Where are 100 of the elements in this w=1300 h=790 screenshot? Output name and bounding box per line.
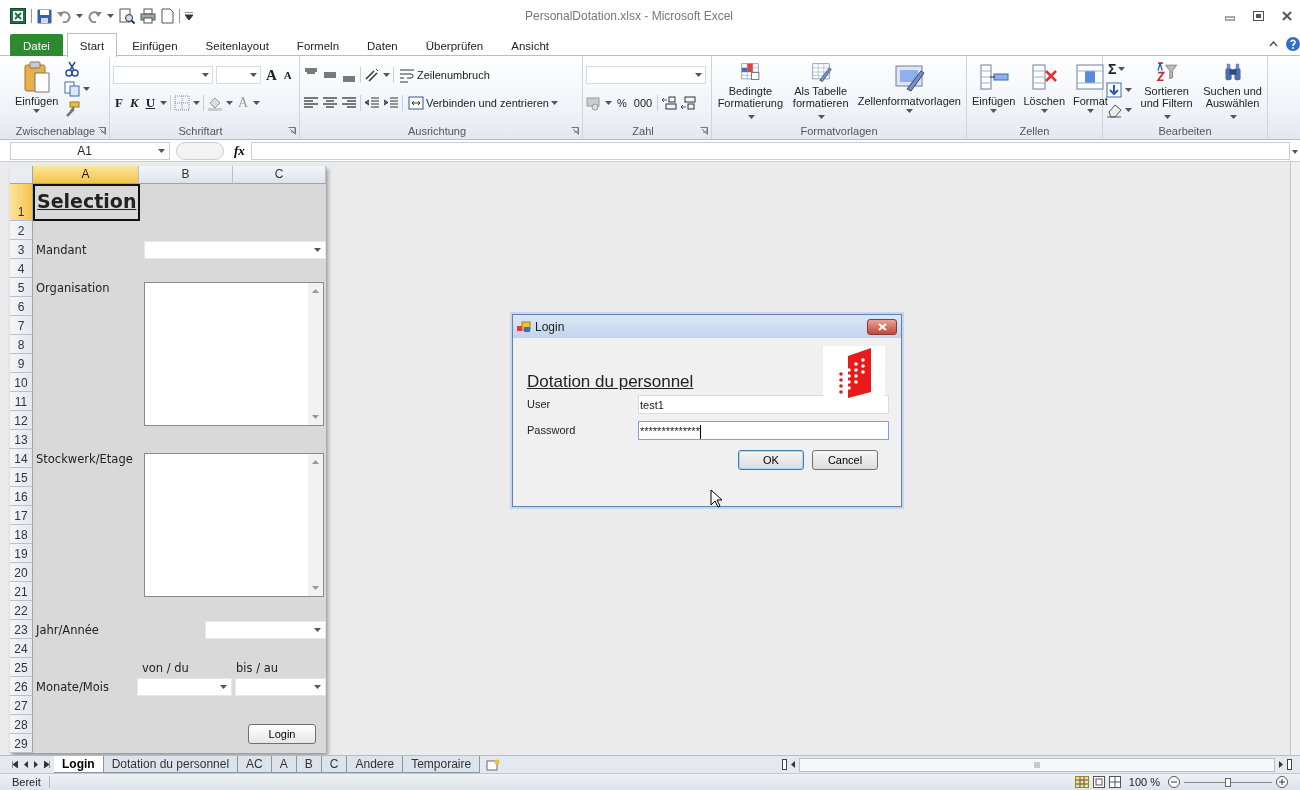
caret-icon[interactable]: [160, 101, 167, 105]
caret-icon[interactable]: [202, 73, 209, 77]
split-handle-icon[interactable]: [1287, 759, 1292, 770]
row-header[interactable]: 5: [10, 278, 33, 297]
increase-decimal-icon[interactable]: [661, 95, 678, 111]
dropdown-caret-icon[interactable]: [314, 627, 321, 632]
thousands-separator-button[interactable]: 000: [631, 97, 655, 109]
scissors-icon[interactable]: [64, 60, 81, 77]
sheet-tab[interactable]: C: [321, 756, 348, 773]
merge-center-button[interactable]: Verbinden und zentrieren: [406, 95, 560, 111]
caret-icon[interactable]: [107, 14, 114, 18]
dropdown-caret-icon[interactable]: [220, 684, 227, 689]
align-right-icon[interactable]: [341, 95, 357, 111]
dropdown-field[interactable]: [205, 620, 326, 639]
align-center-icon[interactable]: [322, 95, 338, 111]
align-left-icon[interactable]: [303, 95, 319, 111]
bold-button[interactable]: F: [113, 95, 125, 111]
new-document-icon[interactable]: [161, 8, 174, 24]
close-icon[interactable]: [1282, 11, 1292, 21]
row-header[interactable]: 25: [10, 658, 33, 677]
collapse-ribbon-icon[interactable]: [1269, 41, 1278, 47]
row-header[interactable]: 24: [10, 639, 33, 658]
column-header[interactable]: C: [233, 166, 326, 184]
split-handle-icon[interactable]: [782, 759, 787, 770]
merge-cells-icon[interactable]: [408, 95, 424, 111]
ribbon-tab[interactable]: Einfügen: [119, 34, 191, 56]
scroll-down-icon[interactable]: [312, 415, 319, 419]
customize-toolbar-icon[interactable]: [185, 12, 193, 20]
print-icon[interactable]: [140, 8, 156, 24]
row-header[interactable]: 4: [10, 259, 33, 278]
copy-icon[interactable]: [64, 80, 81, 97]
percent-button[interactable]: %: [615, 97, 629, 109]
first-sheet-icon[interactable]: [12, 761, 18, 768]
undo-icon[interactable]: [57, 9, 71, 23]
dialog-launcher-icon[interactable]: [288, 126, 296, 135]
row-header[interactable]: 3: [10, 240, 33, 259]
help-icon[interactable]: [1286, 37, 1300, 51]
cancel-button[interactable]: Cancel: [812, 450, 878, 470]
ribbon-button[interactable]: Suchen und Auswählen: [1201, 59, 1264, 121]
caret-icon[interactable]: [1164, 115, 1172, 119]
caret-icon[interactable]: [83, 86, 91, 91]
row-header[interactable]: 20: [10, 563, 33, 582]
row-header[interactable]: 7: [10, 316, 33, 335]
text-orientation-icon[interactable]: [364, 67, 380, 83]
redo-icon[interactable]: [88, 9, 102, 23]
ribbon-tab[interactable]: Ansicht: [498, 34, 562, 56]
shrink-font-button[interactable]: A: [281, 69, 294, 81]
ribbon-tab[interactable]: Seitenlayout: [192, 34, 282, 56]
next-sheet-icon[interactable]: [34, 761, 38, 768]
ribbon-tab[interactable]: Daten: [354, 34, 411, 56]
wrap-text-button[interactable]: Zeilenumbruch: [397, 67, 492, 83]
sheet-tab[interactable]: Dotation du personnel: [103, 756, 239, 773]
dialog-launcher-icon[interactable]: [98, 126, 106, 135]
ribbon-button[interactable]: Bedingte Formatierung: [715, 59, 786, 121]
scroll-up-icon[interactable]: [312, 289, 319, 293]
file-menu-tab[interactable]: Datei: [10, 34, 63, 56]
grow-font-button[interactable]: A: [264, 66, 279, 84]
wrap-text-icon[interactable]: [399, 67, 415, 83]
scroll-right-icon[interactable]: [1279, 761, 1283, 768]
caret-icon[interactable]: [1125, 107, 1132, 112]
caret-icon[interactable]: [818, 115, 826, 119]
row-header[interactable]: 6: [10, 297, 33, 316]
paste-button[interactable]: Einfügen: [13, 59, 61, 121]
ok-button[interactable]: OK: [738, 450, 804, 470]
zoom-in-icon[interactable]: [1276, 776, 1288, 788]
row-header[interactable]: 17: [10, 506, 33, 525]
caret-icon[interactable]: [1118, 67, 1126, 71]
row-header[interactable]: 2: [10, 221, 33, 240]
login-button[interactable]: Login: [248, 724, 316, 744]
increase-indent-icon[interactable]: [383, 95, 399, 111]
row-header[interactable]: 28: [10, 715, 33, 734]
ribbon-tab[interactable]: Überprüfen: [412, 34, 497, 56]
caret-icon[interactable]: [33, 109, 41, 113]
clipboard-icon[interactable]: [22, 61, 51, 93]
sheet-tab[interactable]: AC: [238, 756, 272, 773]
scroll-grip-icon[interactable]: [1034, 761, 1040, 768]
excel-icon[interactable]: [10, 8, 26, 24]
caret-icon[interactable]: [905, 109, 913, 113]
column-header[interactable]: A: [33, 166, 139, 184]
scroll-down-icon[interactable]: [312, 586, 319, 590]
caret-icon[interactable]: [1040, 109, 1048, 113]
row-header[interactable]: 22: [10, 601, 33, 620]
row-header[interactable]: 16: [10, 487, 33, 506]
list-box[interactable]: [144, 453, 324, 597]
caret-icon[interactable]: [990, 109, 998, 113]
user-field[interactable]: test1: [638, 394, 889, 414]
caret-icon[interactable]: [1125, 87, 1132, 92]
decrease-decimal-icon[interactable]: [680, 95, 697, 111]
row-header[interactable]: 13: [10, 430, 33, 449]
caret-icon[interactable]: [253, 101, 261, 105]
zoom-slider-thumb[interactable]: [1225, 777, 1231, 787]
scroll-up-icon[interactable]: [312, 460, 319, 464]
dialog-launcher-icon[interactable]: [571, 126, 579, 135]
print-preview-icon[interactable]: [119, 8, 135, 24]
row-header[interactable]: 19: [10, 544, 33, 563]
zoom-slider[interactable]: [1184, 777, 1272, 787]
row-header[interactable]: 14: [10, 449, 33, 468]
row-header[interactable]: 29: [10, 734, 33, 753]
horizontal-scrollbar[interactable]: [799, 757, 1275, 772]
previous-sheet-icon[interactable]: [24, 761, 28, 768]
